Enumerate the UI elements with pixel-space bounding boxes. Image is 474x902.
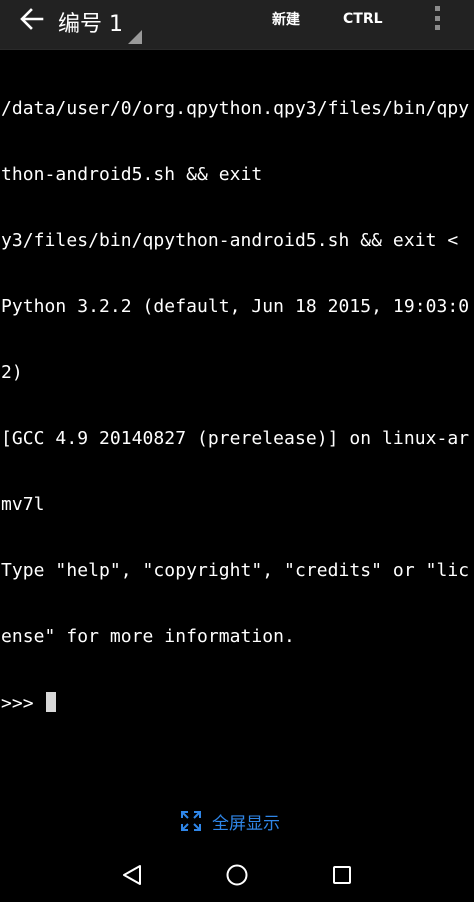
terminal-view[interactable]: /data/user/0/org.qpython.qpy3/files/bin/… <box>0 54 474 794</box>
system-nav-bar <box>0 848 474 902</box>
prompt-line: >>> <box>0 692 474 714</box>
nav-recents-icon <box>333 866 351 884</box>
spinner-corner-icon <box>128 30 142 44</box>
terminal-line: Python 3.2.2 (default, Jun 18 2015, 19:0… <box>1 296 470 317</box>
text-cursor <box>45 692 56 712</box>
fullscreen-icon <box>181 811 201 831</box>
nav-back-button[interactable] <box>118 862 146 888</box>
session-title: 编号 1 <box>58 12 123 37</box>
terminal-line: [GCC 4.9 20140827 (prerelease)] on linux… <box>1 428 470 449</box>
back-button[interactable] <box>18 7 46 31</box>
fullscreen-label: 全屏显示 <box>212 813 280 834</box>
session-spinner[interactable]: 编号 1 <box>58 4 142 44</box>
more-vert-icon[interactable] <box>426 4 448 32</box>
nav-home-icon <box>226 864 248 886</box>
terminal-line: y3/files/bin/qpython-android5.sh && exit… <box>1 230 459 251</box>
terminal-line: mv7l <box>1 494 45 515</box>
nav-home-button[interactable] <box>223 862 251 888</box>
fullscreen-button[interactable]: 全屏显示 <box>180 808 280 834</box>
terminal-line: /data/user/0/org.qpython.qpy3/files/bin/… <box>1 98 470 119</box>
arrow-left-icon <box>20 8 44 30</box>
app-bar: 编号 1 新建 CTRL <box>0 0 474 50</box>
terminal-line: ense" for more information. <box>1 626 295 647</box>
terminal-line: thon-android5.sh && exit <box>1 164 263 185</box>
nav-recents-button[interactable] <box>328 862 356 888</box>
python-prompt: >>> <box>1 693 45 714</box>
terminal-line: Type "help", "copyright", "credits" or "… <box>1 560 470 581</box>
terminal-line: 2) <box>1 362 23 383</box>
nav-back-icon <box>123 865 141 885</box>
new-session-button[interactable]: 新建 <box>272 0 300 38</box>
ctrl-button[interactable]: CTRL <box>343 0 383 38</box>
